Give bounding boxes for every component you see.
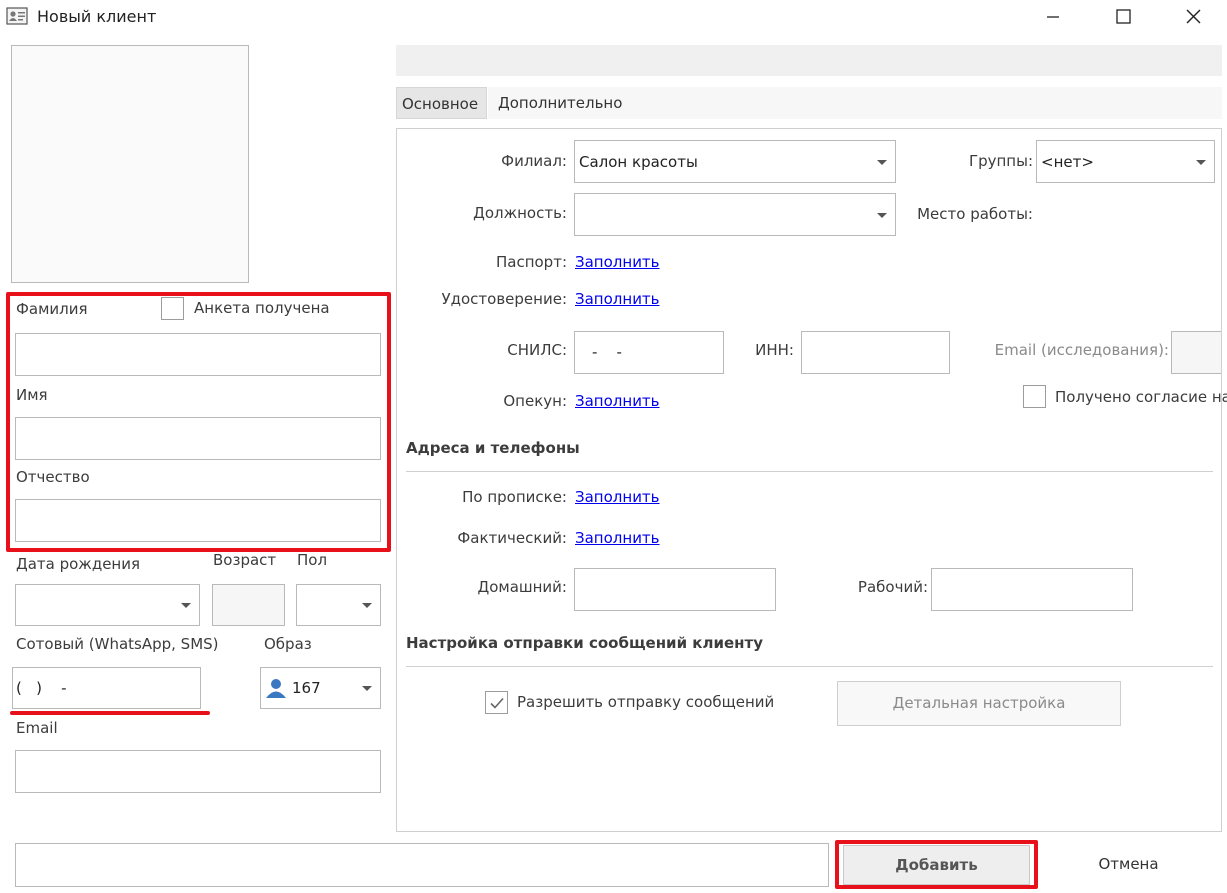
avatar-label: Образ: [264, 635, 312, 653]
passport-label: Паспорт:: [495, 253, 567, 271]
status-input[interactable]: [15, 843, 829, 887]
consent-checkbox[interactable]: [1023, 385, 1046, 408]
maximize-icon[interactable]: [1100, 0, 1146, 34]
branch-value: Салон красоты: [579, 152, 698, 171]
add-button[interactable]: Добавить: [843, 845, 1030, 885]
title-bar: Новый клиент: [0, 0, 1227, 34]
email-label: Email: [16, 719, 58, 737]
age-label: Возраст: [213, 551, 277, 569]
registration-address-label: По прописке:: [462, 488, 567, 506]
photo-placeholder[interactable]: [11, 45, 249, 283]
right-header-strip: [396, 45, 1222, 76]
passport-fill-link[interactable]: Заполнить: [575, 253, 660, 271]
inn-input[interactable]: [801, 331, 950, 374]
tab-content-panel: Филиал: Салон красоты Группы: <нет> Долж…: [396, 128, 1227, 832]
mobile-phone-input[interactable]: ( ) -: [12, 667, 201, 709]
patronymic-label: Отчество: [16, 468, 90, 486]
person-icon: [265, 677, 287, 699]
guardian-fill-link[interactable]: Заполнить: [575, 392, 660, 410]
id-document-label: Удостоверение:: [441, 290, 567, 308]
birthdate-label: Дата рождения: [16, 555, 140, 573]
work-phone-input[interactable]: [931, 568, 1133, 611]
addresses-section-title: Адреса и телефоны: [406, 439, 580, 457]
mobile-phone-value: ( ) -: [16, 679, 67, 697]
groups-label: Группы:: [968, 152, 1033, 170]
messages-section-title: Настройка отправки сообщений клиенту: [406, 634, 763, 652]
messages-divider: [406, 666, 1213, 667]
position-select[interactable]: [574, 193, 896, 236]
add-button-label: Добавить: [895, 856, 978, 874]
detailed-settings-button[interactable]: Детальная настройка: [837, 681, 1121, 726]
snils-value: - -: [592, 343, 622, 361]
cancel-button-label: Отмена: [1098, 855, 1159, 873]
gender-label: Пол: [297, 551, 328, 569]
name-label: Имя: [16, 386, 48, 404]
inn-label: ИНН:: [755, 341, 794, 359]
chevron-down-icon: [362, 603, 372, 608]
mobile-label: Сотовый (WhatsApp, SMS): [16, 635, 219, 653]
registration-address-fill-link[interactable]: Заполнить: [575, 488, 660, 506]
email-input[interactable]: [15, 750, 381, 793]
age-field: [212, 584, 285, 626]
contact-card-icon: [6, 7, 28, 25]
birthdate-picker[interactable]: [15, 584, 200, 626]
window-title: Новый клиент: [37, 7, 157, 26]
groups-select[interactable]: <нет>: [1036, 140, 1215, 183]
id-document-fill-link[interactable]: Заполнить: [575, 290, 660, 308]
chevron-down-icon: [181, 603, 191, 608]
addresses-divider: [406, 471, 1213, 472]
cancel-button[interactable]: Отмена: [1040, 845, 1217, 885]
checkmark-icon: [488, 694, 506, 712]
survey-received-checkbox[interactable]: [161, 297, 184, 320]
surname-label: Фамилия: [16, 300, 88, 318]
close-icon[interactable]: [1171, 0, 1217, 34]
minimize-icon[interactable]: [1030, 0, 1076, 34]
surname-input[interactable]: [15, 333, 381, 376]
workplace-label: Место работы:: [917, 205, 1033, 223]
consent-label: Получено согласие на: [1055, 388, 1227, 406]
avatar-value: 167: [292, 679, 321, 697]
patronymic-input[interactable]: [15, 499, 381, 542]
survey-received-label: Анкета получена: [194, 299, 330, 317]
gender-select[interactable]: [296, 584, 381, 626]
allow-messages-checkbox[interactable]: [485, 691, 508, 714]
branch-select[interactable]: Салон красоты: [574, 140, 896, 183]
snils-label: СНИЛС:: [507, 341, 567, 359]
avatar-select[interactable]: 167: [260, 667, 381, 709]
mobile-underline-highlight: [10, 711, 210, 715]
chevron-down-icon: [362, 686, 372, 691]
email-research-input: [1171, 331, 1221, 374]
email-research-label: Email (исследования):: [994, 341, 1169, 359]
allow-messages-label: Разрешить отправку сообщений: [517, 693, 775, 711]
tab-main-label: Основное: [402, 95, 479, 113]
groups-value: <нет>: [1041, 152, 1094, 171]
chevron-down-icon: [877, 159, 887, 165]
chevron-down-icon: [1196, 159, 1206, 165]
detailed-settings-label: Детальная настройка: [892, 694, 1066, 712]
tab-main[interactable]: Основное: [396, 87, 487, 119]
tab-additional[interactable]: Дополнительно: [488, 87, 1222, 119]
actual-address-fill-link[interactable]: Заполнить: [575, 529, 660, 547]
guardian-label: Опекун:: [503, 392, 567, 410]
chevron-down-icon: [877, 212, 887, 218]
home-phone-label: Домашний:: [477, 578, 568, 596]
position-label: Должность:: [473, 204, 567, 222]
actual-address-label: Фактический:: [457, 529, 567, 547]
branch-label: Филиал:: [501, 152, 567, 170]
tab-additional-label: Дополнительно: [498, 94, 623, 112]
name-input[interactable]: [15, 417, 381, 460]
work-phone-label: Рабочий:: [857, 578, 928, 596]
home-phone-input[interactable]: [574, 568, 776, 611]
snils-input[interactable]: - -: [574, 331, 724, 374]
